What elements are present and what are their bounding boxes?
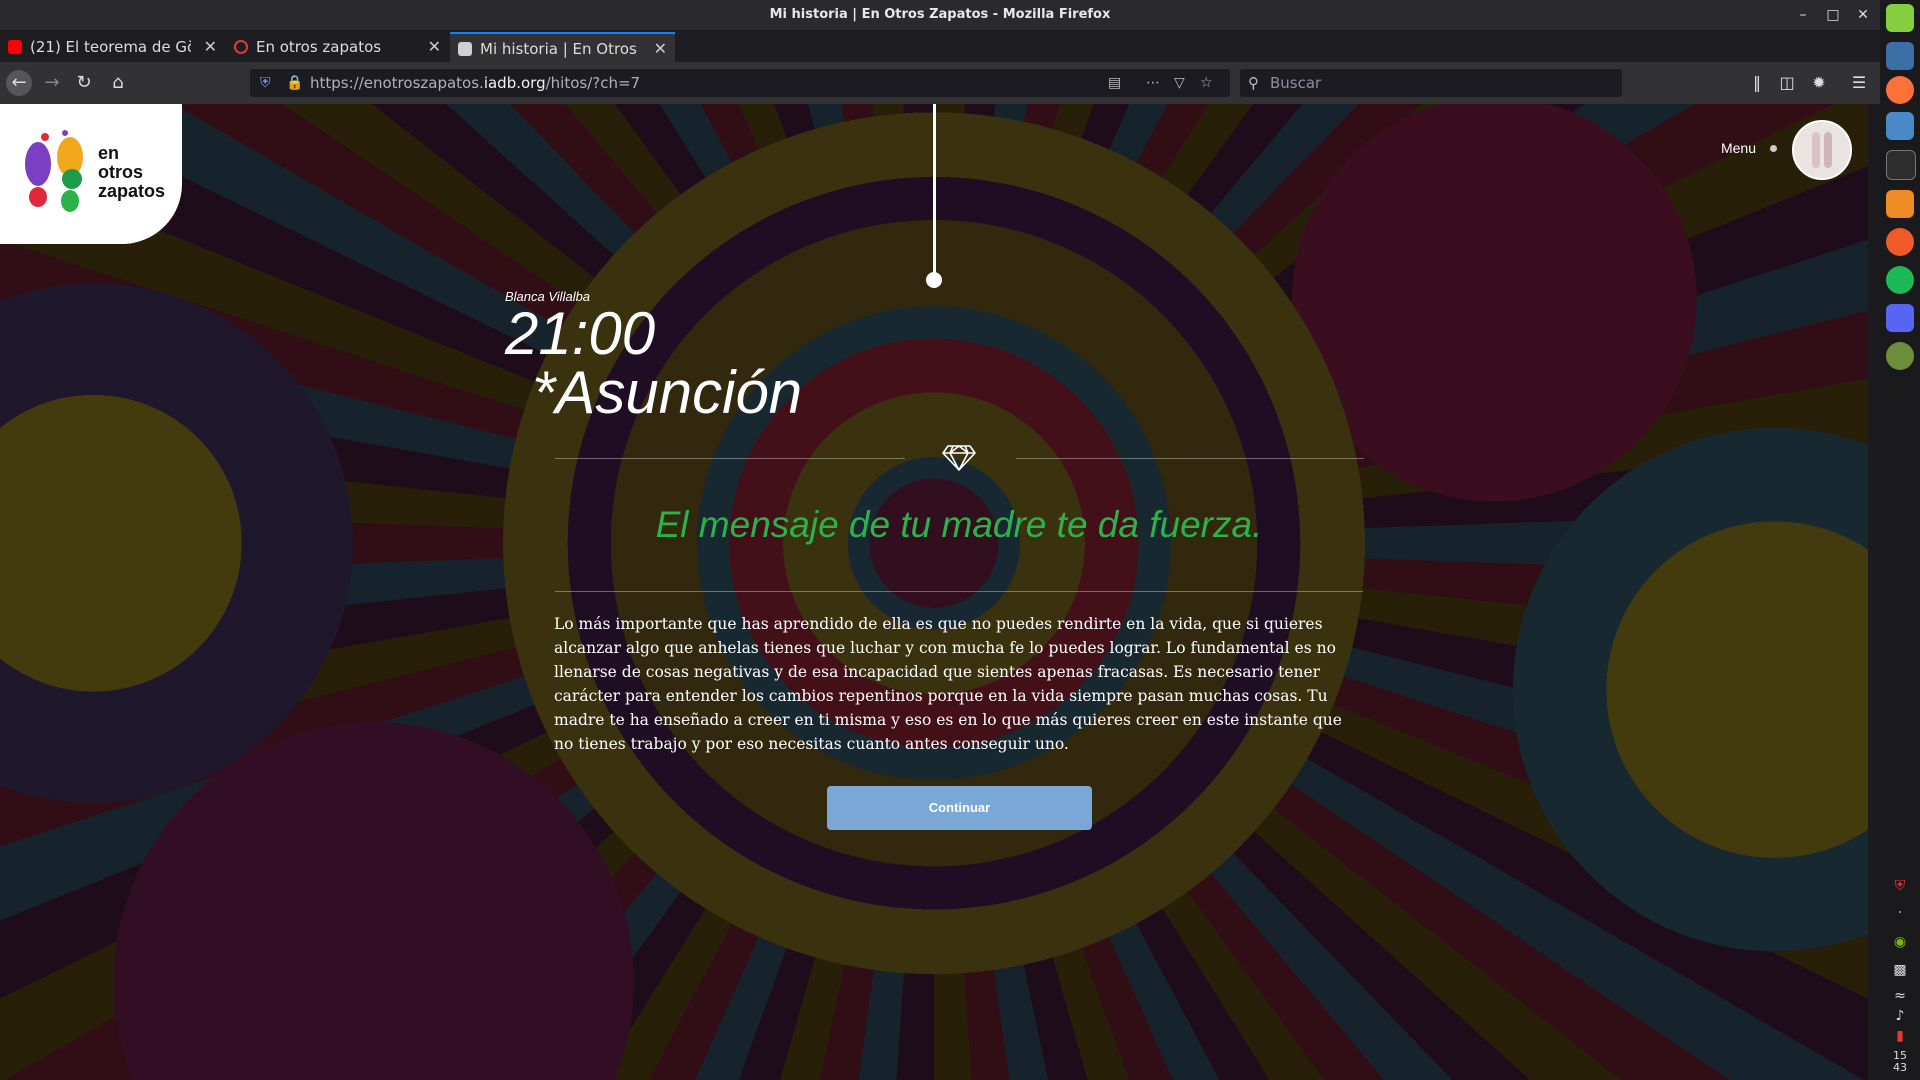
window-title: Mi historia | En Otros Zapatos - Mozilla… [769, 7, 1111, 22]
navigation-toolbar: ← → ↻ ⌂ ⛨ 🔒 https://enotroszapatos.iadb.… [0, 62, 1880, 104]
timeline-dot [926, 272, 942, 288]
close-tab-icon[interactable]: ✕ [428, 32, 441, 62]
sidebar-icon[interactable]: ◫ [1774, 70, 1800, 96]
system-clock[interactable]: 15 43 [1880, 1050, 1920, 1074]
page-actions-icon[interactable]: ⋯ [1146, 69, 1160, 97]
terminal-icon[interactable] [1886, 150, 1916, 180]
menu-link[interactable]: Menu [1721, 140, 1756, 156]
mint-menu-icon[interactable] [1886, 4, 1914, 32]
firefox-icon[interactable] [1886, 76, 1914, 104]
close-window-icon[interactable]: ✕ [1853, 5, 1873, 25]
back-button[interactable]: ← [6, 70, 32, 96]
library-icon[interactable]: ‖ [1744, 70, 1770, 96]
extension-icon[interactable]: ✹ [1806, 70, 1832, 96]
discord-icon[interactable] [1886, 304, 1914, 332]
search-bar[interactable]: ⚲ Buscar [1240, 69, 1622, 97]
avatar-icon [1794, 122, 1850, 178]
tab-bar: (21) El teorema de Gö ✕ En otros zapatos… [0, 30, 1880, 87]
wifi-icon[interactable]: ≈ [1890, 988, 1910, 1006]
tab-label: (21) El teorema de Gö [30, 38, 191, 56]
tab-en-otros-zapatos[interactable]: En otros zapatos ✕ [226, 32, 449, 62]
tab-mi-historia[interactable]: Mi historia | En Otros Z ✕ [450, 32, 675, 62]
battery-icon[interactable]: ▮ [1890, 1028, 1910, 1046]
site-favicon-icon [458, 42, 472, 56]
pocket-icon[interactable]: ▽ [1174, 69, 1185, 97]
story-place: *Asunción [532, 359, 803, 426]
url-bar[interactable]: ⛨ 🔒 https://enotroszapatos.iadb.org/hito… [250, 69, 1230, 97]
volume-icon[interactable]: ♪ [1890, 1008, 1910, 1026]
postman-icon[interactable] [1886, 228, 1914, 256]
bluetooth-icon[interactable]: ᛫ [1890, 906, 1910, 924]
tracking-shield-icon[interactable]: ⛨ [260, 69, 271, 97]
nvidia-icon[interactable]: ◉ [1890, 934, 1910, 952]
tab-label: En otros zapatos [256, 38, 382, 56]
desktop-show-icon[interactable] [1886, 42, 1914, 70]
shield-tray-icon[interactable]: ⛨ [1890, 878, 1910, 896]
page-viewport: en otros zapatos Menu Blanca Villalba 21… [0, 104, 1868, 1080]
maximize-icon[interactable]: □ [1823, 5, 1843, 25]
close-tab-icon[interactable]: ✕ [204, 32, 217, 62]
timeline-line [933, 104, 936, 280]
home-button[interactable]: ⌂ [104, 70, 132, 96]
spotify-icon[interactable] [1886, 266, 1914, 294]
close-tab-icon[interactable]: ✕ [654, 34, 667, 62]
logo-text: en otros zapatos [98, 143, 166, 201]
forward-button[interactable]: → [38, 70, 66, 96]
files-icon[interactable] [1886, 112, 1914, 140]
display-icon[interactable]: ▩ [1890, 962, 1910, 980]
divider-right [1016, 458, 1364, 459]
reader-view-icon[interactable]: ▤ [1108, 69, 1121, 97]
diamond-icon [942, 444, 976, 472]
avatar[interactable] [1792, 120, 1852, 180]
minimize-icon[interactable]: – [1793, 5, 1813, 25]
url-text: https://enotroszapatos.iadb.org/hitos/?c… [310, 74, 641, 92]
bookmark-star-icon[interactable]: ☆ [1200, 69, 1213, 97]
story-headline: El mensaje de tu madre te da fuerza. [655, 504, 1263, 545]
site-logo[interactable]: en otros zapatos [0, 104, 182, 244]
divider-headline [555, 591, 1363, 592]
tab-youtube[interactable]: (21) El teorema de Gö ✕ [0, 32, 225, 62]
settings-gear-icon[interactable] [1886, 342, 1914, 370]
youtube-icon [8, 40, 22, 54]
story-body: Lo más importante que has aprendido de e… [554, 615, 1342, 753]
search-icon: ⚲ [1248, 74, 1259, 92]
reload-button[interactable]: ↻ [70, 70, 98, 96]
site-favicon-icon [234, 40, 248, 54]
search-placeholder: Buscar [1270, 74, 1322, 92]
sublime-text-icon[interactable] [1886, 190, 1914, 218]
footprints-icon [25, 130, 83, 212]
tab-label: Mi historia | En Otros Z [480, 40, 641, 58]
hamburger-menu-icon[interactable]: ☰ [1846, 70, 1872, 96]
divider-left [555, 458, 905, 459]
story-time: 21:00 [505, 300, 656, 367]
continue-button[interactable]: Continuar [827, 786, 1092, 830]
lock-icon[interactable]: 🔒 [286, 69, 303, 97]
desktop-dock: ⛨ ᛫ ◉ ▩ ≈ ♪ ▮ 15 43 [1880, 0, 1920, 1080]
menu-indicator-dot [1770, 145, 1777, 152]
window-titlebar: Mi historia | En Otros Zapatos - Mozilla… [0, 0, 1880, 30]
